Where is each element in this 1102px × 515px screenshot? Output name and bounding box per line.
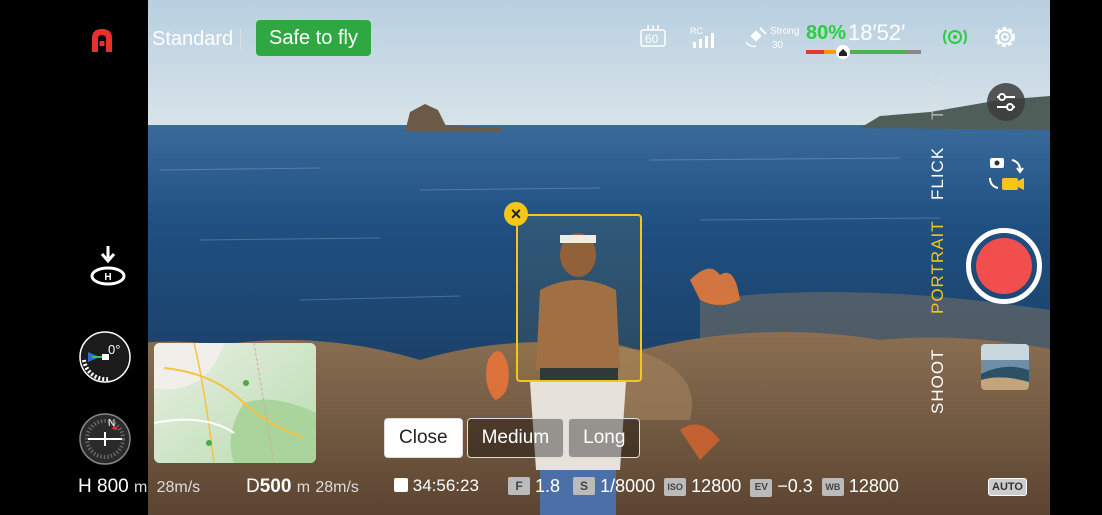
app-logo-icon[interactable] (88, 26, 116, 54)
record-button-inner (976, 238, 1032, 294)
close-tracking-icon[interactable]: × (504, 202, 528, 226)
subject-tracking-box[interactable] (516, 214, 642, 382)
vertical-speed: 28m/s (156, 479, 201, 496)
record-shutter-button[interactable] (966, 228, 1042, 304)
shutter-speed-value: 1/8000 (600, 476, 656, 496)
status-bar: Standard Safe to fly 60 RC Strong 30 80%… (0, 12, 1102, 60)
divider (240, 28, 241, 50)
rc-signal-icon[interactable]: RC (690, 26, 722, 50)
distance-value: 500 (259, 476, 292, 497)
height-label: H (78, 476, 92, 497)
distance-label: D (246, 476, 260, 497)
record-time-remaining: 34:56:23 (412, 476, 479, 495)
safe-to-fly-badge[interactable]: Safe to fly (256, 20, 371, 56)
obstacle-avoidance-icon[interactable] (940, 22, 970, 52)
iso-value: 12800 (691, 476, 742, 496)
mode-flick[interactable]: FLICK (928, 147, 948, 200)
battery-percent[interactable]: 80% (806, 22, 846, 45)
north-label: N (108, 418, 116, 429)
gps-satellite-count: 30 (772, 40, 784, 51)
framing-medium-button[interactable]: Medium (466, 418, 565, 458)
distance-unit: m (296, 479, 311, 496)
telemetry-bar: H 800 m 28m/s D500 m 28m/s 34:56:23 F 1.… (0, 466, 1102, 506)
framing-close-button[interactable]: Close (384, 418, 463, 458)
height-value: 800 (97, 476, 129, 497)
camera-view: Standard Safe to fly 60 RC Strong 30 80%… (0, 0, 1102, 515)
video-fps-label: 60 (645, 32, 659, 46)
camera-parameters-button[interactable] (986, 82, 1026, 122)
flight-mode-label[interactable]: Standard (152, 28, 233, 51)
aperture-value: 1.8 (535, 476, 561, 496)
video-transmission-icon[interactable]: 60 (640, 24, 666, 48)
battery-level-bar (806, 50, 921, 54)
shutter-badge: S (573, 477, 596, 495)
mode-track[interactable]: TRAC (928, 70, 948, 120)
auto-exposure-button[interactable]: AUTO (988, 474, 1027, 496)
right-panel (1050, 0, 1102, 515)
wb-value: 12800 (848, 476, 899, 496)
return-to-home-button[interactable]: H (86, 244, 130, 288)
mode-shoot[interactable]: SHOOT (928, 349, 948, 414)
sd-card-icon (394, 478, 408, 492)
mode-portrait[interactable]: PORTRAIT (928, 220, 948, 314)
svg-text:H: H (104, 272, 111, 283)
aperture-badge: F (508, 477, 530, 495)
framing-selector: Close Medium Long (384, 418, 641, 458)
iso-badge: ISO (664, 478, 687, 496)
framing-long-button[interactable]: Long (568, 418, 641, 458)
ev-badge: EV (750, 479, 773, 497)
height-unit: m (134, 479, 148, 496)
satellite-icon[interactable] (744, 24, 768, 50)
settings-gear-icon[interactable] (990, 22, 1020, 52)
mini-map[interactable] (154, 343, 316, 463)
gps-strength-label: Strong (770, 26, 800, 37)
auto-camera-icon: AUTO (988, 478, 1027, 496)
photo-video-switch-icon[interactable] (986, 154, 1026, 194)
exposure-settings[interactable]: F 1.8 S 1/8000 ISO 12800 EV −0.3 WB 1280… (508, 476, 899, 497)
ev-value: −0.3 (777, 476, 813, 496)
media-gallery-thumbnail[interactable] (981, 344, 1029, 390)
home-point-icon (836, 45, 850, 59)
compass-indicator[interactable]: N (78, 412, 132, 466)
remaining-flight-time: 18′52′ (848, 20, 906, 45)
gimbal-attitude-indicator[interactable]: 0° (78, 330, 132, 384)
gimbal-angle-label: 0° (108, 342, 121, 357)
wb-badge: WB (821, 478, 844, 496)
horizontal-speed: 28m/s (315, 479, 359, 496)
